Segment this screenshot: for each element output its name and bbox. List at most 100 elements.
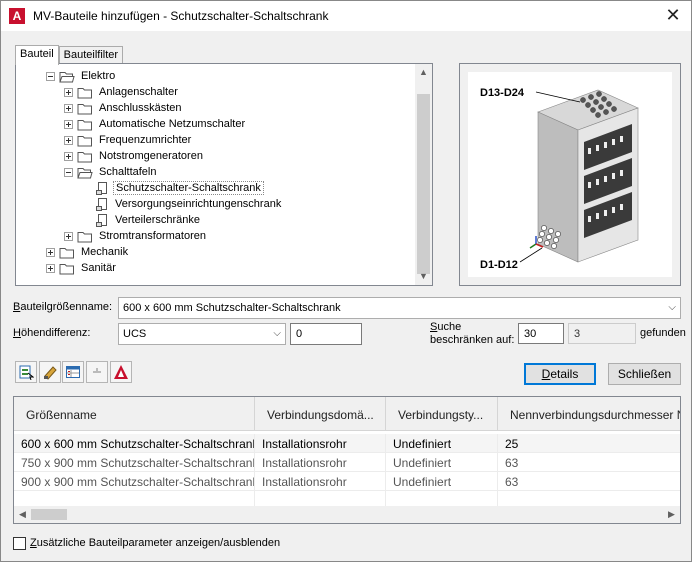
- size-name-label: Bauteilgrößenname:: [13, 301, 113, 313]
- tab-bauteil[interactable]: Bauteil: [15, 45, 59, 65]
- show-params-checkbox[interactable]: [13, 537, 26, 550]
- height-diff-input[interactable]: 0: [290, 323, 362, 345]
- table-cell: Undefiniert: [386, 434, 498, 453]
- table-cell: 63: [498, 453, 680, 472]
- scroll-thumb[interactable]: [417, 94, 430, 274]
- tree-item-label: Frequenzumrichter: [99, 134, 192, 146]
- folder-icon: [77, 135, 92, 146]
- disabled-tool-icon: [93, 368, 101, 373]
- details-button[interactable]: Details: [524, 363, 596, 385]
- size-name-value: 600 x 600 mm Schutzschalter-Schaltschran…: [123, 302, 341, 314]
- tree-item[interactable]: Mechanik: [46, 244, 130, 260]
- tree-item-label: Verteilerschränke: [115, 214, 200, 226]
- tree-item[interactable]: Verteilerschränke: [82, 212, 202, 228]
- part-file-icon: [96, 213, 107, 227]
- expand-icon[interactable]: [46, 247, 55, 257]
- found-count-field: 3: [568, 323, 636, 344]
- tree-item[interactable]: Stromtransformatoren: [64, 228, 208, 244]
- tree-item[interactable]: Automatische Netzumschalter: [64, 116, 247, 132]
- scroll-up-icon[interactable]: ▲: [415, 64, 432, 81]
- table-cell: 900 x 900 mm Schutzschalter-Schaltschran…: [14, 472, 255, 491]
- tree-item-label: Sanitär: [81, 262, 116, 274]
- tree-item[interactable]: Anschlusskästen: [64, 100, 184, 116]
- table-cell: Installationsrohr: [255, 434, 386, 453]
- folder-icon: [59, 263, 74, 274]
- expand-icon[interactable]: [64, 151, 73, 161]
- preview-canvas: D13-D24 D1-D12: [468, 72, 672, 277]
- table-row[interactable]: 600 x 600 mm Schutzschalter-Schaltschran…: [14, 434, 680, 453]
- folder-icon: [77, 87, 92, 98]
- column-header-nominal-diameter[interactable]: Nennverbindungsdurchmesser N: [498, 397, 680, 431]
- part-file-icon: [96, 197, 107, 211]
- tree-item-label: Notstromgeneratoren: [99, 150, 203, 162]
- height-diff-label: Höhendifferenz:: [13, 327, 91, 339]
- search-limit-label: Suche beschränken auf:: [430, 321, 515, 346]
- expand-icon[interactable]: [64, 135, 73, 145]
- paint-tool-button[interactable]: [39, 361, 61, 383]
- table-view-button[interactable]: [62, 361, 84, 383]
- scroll-right-icon[interactable]: ▶: [663, 506, 680, 523]
- autocad-app-icon: A: [9, 8, 25, 24]
- part-tree[interactable]: Elektro Anlagenschalter Anschlusskästen Aut…: [15, 63, 433, 286]
- tree-item[interactable]: Sanitär: [46, 260, 118, 276]
- expand-icon[interactable]: [64, 231, 73, 241]
- tree-item[interactable]: Schalttafeln: [64, 164, 158, 180]
- tree-item[interactable]: Schutzschalter-Schaltschrank: [82, 180, 264, 196]
- table-row[interactable]: 750 x 900 mm Schutzschalter-Schaltschran…: [14, 453, 680, 472]
- column-header-connection-type[interactable]: Verbindungsty...: [386, 397, 498, 431]
- autocad-tool-button[interactable]: [110, 361, 132, 383]
- expand-icon[interactable]: [46, 263, 55, 273]
- tree-item-label: Anlagenschalter: [99, 86, 178, 98]
- add-part-button[interactable]: [15, 361, 37, 383]
- table-cell: 25: [498, 434, 680, 453]
- column-header-size-name[interactable]: Größenname: [14, 397, 255, 431]
- table-cell: 63: [498, 472, 680, 491]
- part-file-icon: [96, 181, 107, 195]
- folder-icon: [77, 151, 92, 162]
- tree-item-label: Elektro: [81, 70, 116, 82]
- tree-vertical-scrollbar[interactable]: ▲ ▼: [415, 64, 432, 285]
- tree-item[interactable]: Elektro: [46, 68, 117, 84]
- scroll-thumb[interactable]: [31, 509, 67, 520]
- tree-item[interactable]: Frequenzumrichter: [64, 132, 193, 148]
- scroll-down-icon[interactable]: ▼: [415, 268, 432, 285]
- parts-grid[interactable]: Größenname Verbindungsdomä... Verbindung…: [13, 396, 681, 524]
- expand-icon[interactable]: [64, 103, 73, 113]
- search-limit-input[interactable]: 30: [518, 323, 564, 344]
- tree-item-label: Schutzschalter-Schaltschrank: [113, 181, 264, 195]
- add-part-icon: [19, 365, 34, 380]
- tree-item-label: Schalttafeln: [99, 166, 157, 178]
- table-cell: 750 x 900 mm Schutzschalter-Schaltschran…: [14, 453, 255, 472]
- folder-open-icon: [77, 167, 93, 178]
- part-preview: D13-D24 D1-D12: [459, 63, 681, 286]
- size-name-combo[interactable]: 600 x 600 mm Schutzschalter-Schaltschran…: [118, 297, 681, 319]
- preview-label-top: D13-D24: [480, 87, 525, 99]
- collapse-icon[interactable]: [64, 167, 73, 177]
- tab-strip: Bauteil Bauteilfilter: [15, 45, 124, 65]
- tree-item[interactable]: Notstromgeneratoren: [64, 148, 205, 164]
- tree-item-label: Versorgungseinrichtungenschrank: [115, 198, 282, 210]
- tree-item[interactable]: Anlagenschalter: [64, 84, 180, 100]
- expand-icon[interactable]: [64, 119, 73, 129]
- column-header-connection-domain[interactable]: Verbindungsdomä...: [255, 397, 386, 431]
- table-view-icon: [66, 366, 80, 378]
- grid-header: Größenname Verbindungsdomä... Verbindung…: [14, 397, 680, 431]
- table-cell: Installationsrohr: [255, 472, 386, 491]
- scroll-left-icon[interactable]: ◀: [14, 506, 31, 523]
- height-diff-combo[interactable]: UCS ⌵: [118, 323, 286, 345]
- grid-horizontal-scrollbar[interactable]: ◀ ▶: [14, 506, 680, 523]
- tab-bauteilfilter[interactable]: Bauteilfilter: [58, 46, 124, 64]
- folder-icon: [77, 119, 92, 130]
- table-cell: Undefiniert: [386, 472, 498, 491]
- table-row[interactable]: 900 x 900 mm Schutzschalter-Schaltschran…: [14, 472, 680, 491]
- tree-content: Elektro Anlagenschalter Anschlusskästen Aut…: [16, 64, 415, 285]
- dialog-window: A MV-Bauteile hinzufügen - Schutzschalte…: [0, 0, 692, 562]
- disabled-tool-button[interactable]: [86, 361, 108, 383]
- show-params-label: Zusätzliche Bauteilparameter anzeigen/au…: [30, 537, 281, 549]
- expand-icon[interactable]: [64, 87, 73, 97]
- collapse-icon[interactable]: [46, 71, 55, 81]
- close-button[interactable]: Schließen: [608, 363, 681, 385]
- height-diff-combo-value: UCS: [123, 328, 147, 340]
- close-icon[interactable]: ✕: [663, 5, 683, 25]
- tree-item[interactable]: Versorgungseinrichtungenschrank: [82, 196, 283, 212]
